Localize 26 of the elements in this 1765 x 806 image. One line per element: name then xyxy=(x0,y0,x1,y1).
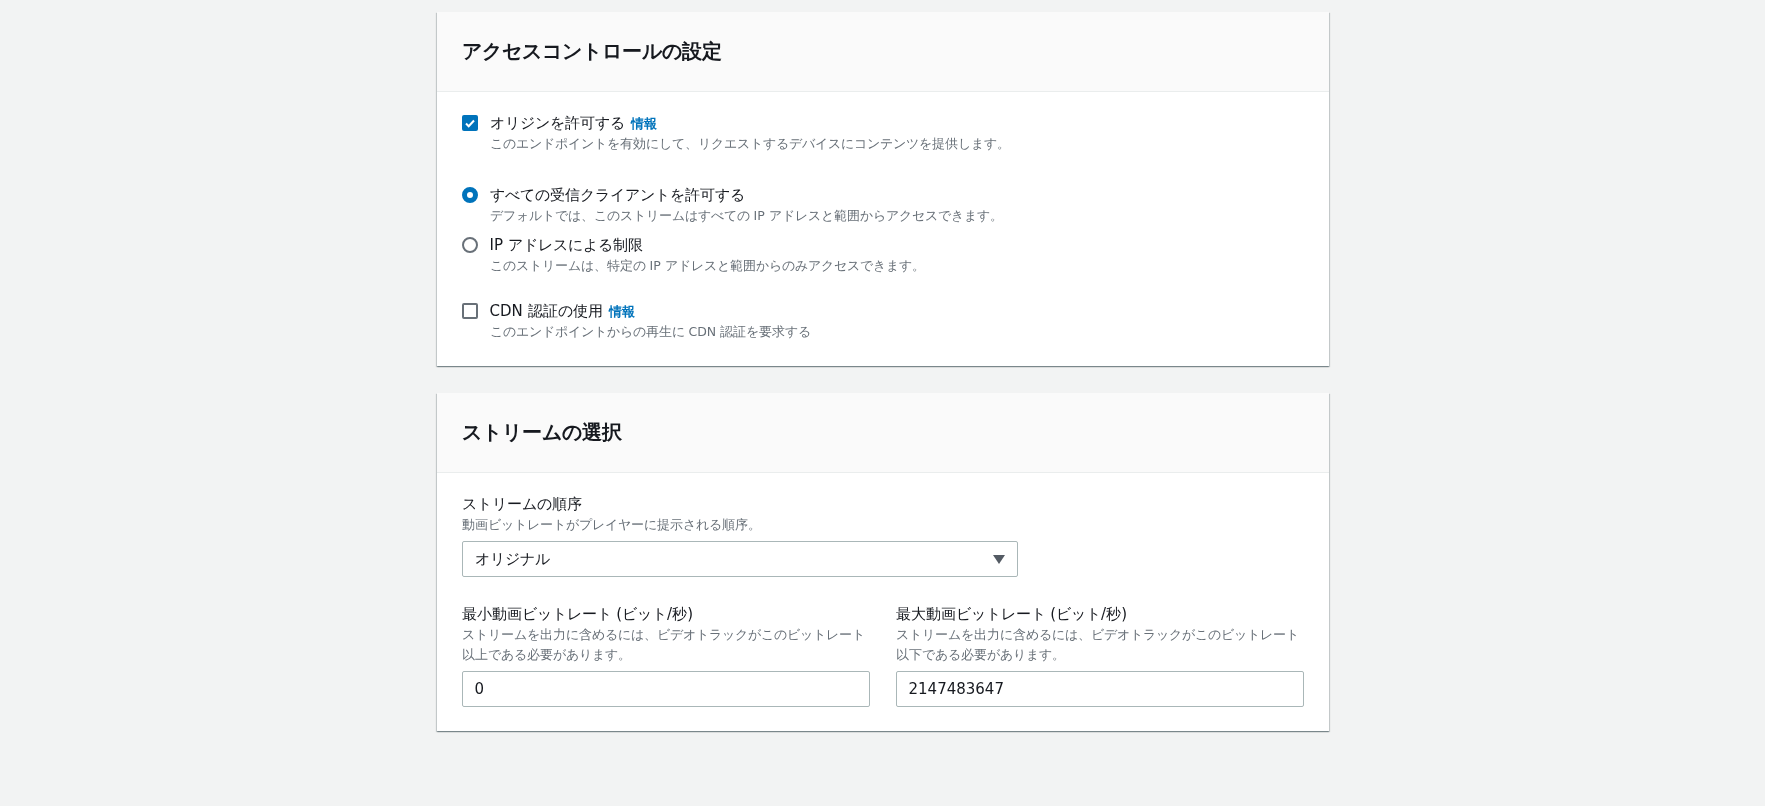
dropdown-caret-icon xyxy=(992,554,1005,564)
option-description: このエンドポイントからの再生に CDN 認証を要求する xyxy=(489,323,813,341)
option-description: このエンドポイントを有効にして、リクエストするデバイスにコンテンツを提供します。 xyxy=(489,135,1011,153)
option-description: デフォルトでは、このストリームはすべての IP アドレスと範囲からアクセスできます。 xyxy=(489,207,1004,225)
field-label: 最小動画ビットレート (ビット/秒) xyxy=(461,604,695,625)
option-description: このストリームは、特定の IP アドレスと範囲からのみアクセスできます。 xyxy=(489,257,926,275)
field-label: 最大動画ビットレート (ビット/秒) xyxy=(895,604,1129,625)
field-label: ストリームの順序 xyxy=(461,494,583,515)
radio-button[interactable] xyxy=(461,237,478,253)
option-label: すべての受信クライアントを許可する xyxy=(489,186,745,204)
info-link[interactable]: 情報 xyxy=(630,116,657,131)
option-label: CDN 認証の使用 xyxy=(489,302,603,320)
order-select[interactable]: オリジナル xyxy=(461,541,1018,577)
field-description: ストリームを出力に含めるには、ビデオトラックがこのビットレート以下である必要があります。 xyxy=(895,626,1300,664)
option-label: オリジンを許可する xyxy=(489,114,625,132)
info-link[interactable]: 情報 xyxy=(608,304,635,319)
checkbox[interactable] xyxy=(461,303,478,319)
bitrate-input[interactable]: 2147483647 xyxy=(895,671,1304,707)
card-title: ストリームの選択 xyxy=(461,419,622,446)
field-description: 動画ビットレートがプレイヤーに提示される順序。 xyxy=(461,516,762,534)
option-label: IP アドレスによる制限 xyxy=(489,236,643,254)
checkbox[interactable] xyxy=(461,115,478,131)
field-description: ストリームを出力に含めるには、ビデオトラックがこのビットレート以上である必要があります。 xyxy=(461,626,866,664)
card-title: アクセスコントロールの設定 xyxy=(461,38,722,65)
radio-button[interactable] xyxy=(461,187,478,203)
bitrate-input[interactable]: 0 xyxy=(461,671,870,707)
